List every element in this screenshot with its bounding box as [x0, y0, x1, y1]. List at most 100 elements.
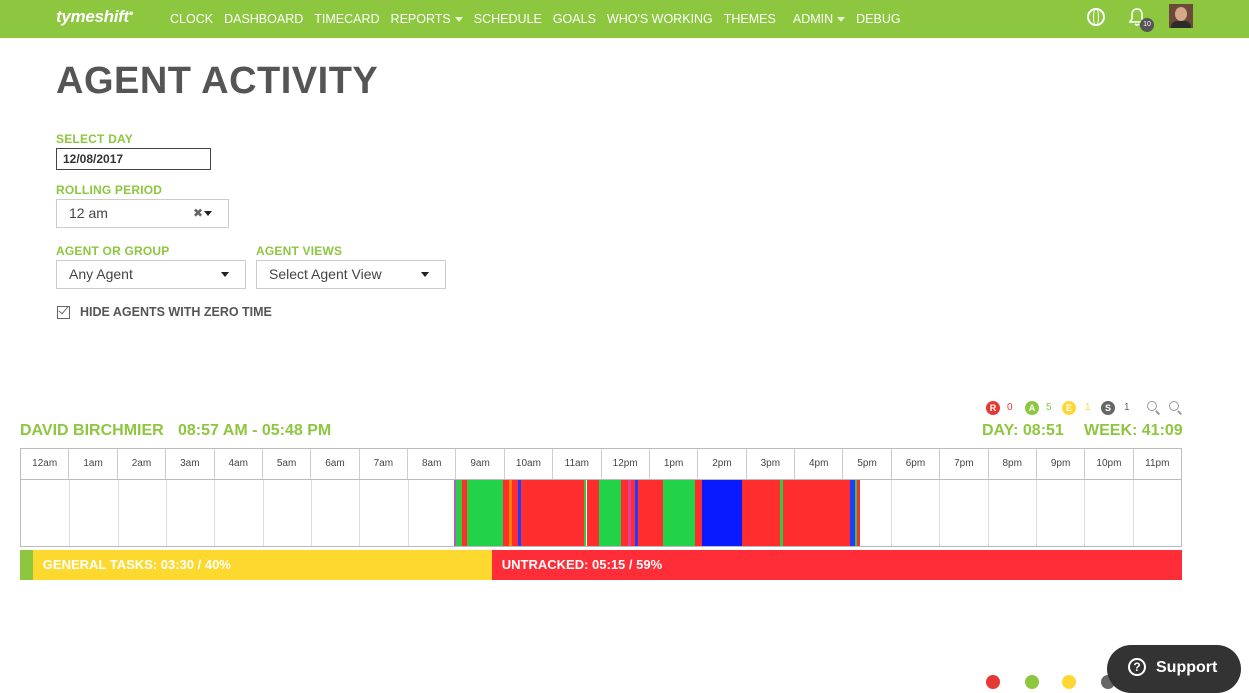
help-icon: ? — [1128, 658, 1146, 676]
agent-group-select[interactable]: Any Agent — [56, 260, 246, 289]
clear-icon[interactable]: ✖ — [193, 200, 203, 227]
hour-label: 9pm — [1037, 449, 1086, 479]
timeline-gridline — [891, 480, 892, 546]
nav-item-reports[interactable]: REPORTS — [391, 12, 463, 26]
timeline-gridline — [166, 480, 167, 546]
avatar[interactable] — [1169, 4, 1193, 28]
support-button[interactable]: ? Support — [1107, 645, 1241, 693]
activity-segment[interactable] — [783, 480, 850, 546]
app-logo[interactable]: tymeshift● — [56, 7, 134, 27]
activity-segment[interactable] — [857, 480, 860, 546]
day-total: DAY: 08:51 — [982, 422, 1064, 439]
hour-label: 8pm — [989, 449, 1037, 479]
hour-label: 10pm — [1085, 449, 1134, 479]
timeline-gridline — [69, 480, 71, 546]
hour-label: 3am — [166, 449, 215, 479]
nav-item-clock[interactable]: CLOCK — [170, 12, 213, 26]
agent-group-label: AGENT OR GROUP — [56, 244, 170, 258]
select-day-input[interactable]: 12/08/2017 — [56, 148, 211, 170]
timeline-hour-header: 12am 1am 2am 3am 4am 5am 6am 7am 8am 9am 10am 11am 1… — [20, 448, 1182, 480]
nav-item-goals[interactable]: GOALS — [553, 12, 596, 26]
timeline-gridline — [987, 480, 989, 546]
activity-segment[interactable] — [598, 480, 622, 546]
activity-segment[interactable] — [638, 480, 663, 546]
hide-zero-checkbox[interactable] — [57, 306, 70, 319]
next-agent-badge-icon — [1062, 675, 1076, 689]
badge-r-count: 0 — [1007, 402, 1013, 413]
timeline-gridline — [1084, 480, 1086, 546]
agent-views-value: Select Agent View — [269, 266, 382, 282]
nav-item-label: WHO'S WORKING — [606, 12, 713, 26]
timeline-gridline — [1132, 480, 1134, 546]
rolling-period-value: 12 am — [69, 205, 108, 221]
agent-views-label: AGENT VIEWS — [256, 244, 343, 258]
nav-item-label: TIMECARD — [314, 12, 380, 26]
activity-segment[interactable] — [521, 480, 585, 546]
chevron-down-icon — [837, 16, 846, 22]
select-day-label: SELECT DAY — [56, 132, 133, 146]
badge-a-icon: A — [1025, 401, 1039, 415]
hour-label: 7am — [360, 449, 408, 479]
activity-segment[interactable] — [469, 480, 504, 546]
nav-item-label: CLOCK — [170, 12, 214, 26]
activity-segment[interactable] — [742, 480, 780, 546]
summary-segment[interactable] — [20, 550, 33, 580]
badge-s-count: 1 — [1124, 402, 1130, 413]
globe-icon[interactable] — [1087, 8, 1105, 26]
hour-label: 3pm — [747, 449, 795, 479]
zoom-in-icon[interactable] — [1169, 401, 1179, 411]
hour-label: 5pm — [843, 449, 892, 479]
activity-segment[interactable] — [586, 480, 599, 546]
agent-name[interactable]: DAVID BIRCHMIER — [20, 422, 164, 440]
chevron-down-icon — [221, 272, 229, 277]
hour-label: 12pm — [602, 449, 650, 479]
hour-label: 4pm — [795, 449, 844, 479]
notification-badge: 10 — [1140, 18, 1154, 32]
nav-item-label: DASHBOARD — [224, 12, 304, 26]
main-nav: CLOCK DASHBOARD TIMECARD REPORTS SCHEDULE GOA… — [170, 0, 912, 38]
timeline-gridline — [939, 480, 941, 546]
hour-label: 5am — [263, 449, 312, 479]
hide-zero-label[interactable]: HIDE AGENTS WITH ZERO TIME — [80, 305, 272, 319]
nav-item-dashboard[interactable]: DASHBOARD — [224, 12, 303, 26]
badge-s-icon: S — [1101, 401, 1115, 415]
hour-label: 10am — [505, 449, 554, 479]
hour-label: 1pm — [650, 449, 699, 479]
activity-timeline[interactable] — [20, 479, 1182, 547]
badge-a-count: 5 — [1046, 402, 1052, 413]
nav-item-timecard[interactable]: TIMECARD — [314, 12, 379, 26]
nav-item-debug[interactable]: DEBUG — [856, 12, 900, 26]
chevron-down-icon — [204, 211, 212, 216]
summary-segment[interactable]: GENERAL TASKS: 03:30 / 40% — [32, 550, 492, 580]
nav-item-label: THEMES — [723, 12, 776, 26]
nav-item-label: GOALS — [552, 12, 596, 26]
agent-shift-range: 08:57 AM - 05:48 PM — [178, 422, 332, 439]
badge-e-icon: E — [1062, 401, 1076, 415]
timeline-gridline — [407, 480, 409, 546]
hour-label: 12am — [21, 449, 70, 479]
activity-segment[interactable] — [701, 480, 743, 546]
badge-e-count: 1 — [1085, 402, 1091, 413]
next-agent-badge-icon — [1025, 675, 1039, 689]
hour-label: 6pm — [892, 449, 941, 479]
agent-views-select[interactable]: Select Agent View — [256, 260, 446, 289]
chevron-down-icon — [454, 16, 463, 22]
summary-segment[interactable]: UNTRACKED: 05:15 / 59% — [491, 550, 1182, 580]
rolling-period-select[interactable]: 12 am ✖ — [56, 199, 229, 228]
nav-item-schedule[interactable]: SCHEDULE — [474, 12, 542, 26]
activity-summary-bar: GENERAL TASKS: 03:30 / 40% UNTRACKED: 05:… — [20, 550, 1182, 580]
hour-label: 2am — [118, 449, 167, 479]
nav-item-who-s-working[interactable]: WHO'S WORKING — [607, 12, 713, 26]
hour-label: 1am — [69, 449, 118, 479]
zoom-out-icon[interactable] — [1147, 401, 1157, 411]
activity-segment[interactable] — [662, 480, 696, 546]
hour-label: 2pm — [698, 449, 747, 479]
nav-item-themes[interactable]: THEMES — [724, 12, 776, 26]
page-title: AGENT ACTIVITY — [56, 60, 379, 102]
nav-item-label: DEBUG — [856, 12, 901, 26]
hour-label: 4am — [215, 449, 263, 479]
nav-item-admin[interactable]: ADMIN — [793, 12, 846, 26]
badge-r-icon: R — [986, 401, 1000, 415]
top-navigation-bar: tymeshift● CLOCK DASHBOARD TIMECARD REPORTS… — [0, 0, 1249, 38]
hour-label: 11am — [553, 449, 602, 479]
